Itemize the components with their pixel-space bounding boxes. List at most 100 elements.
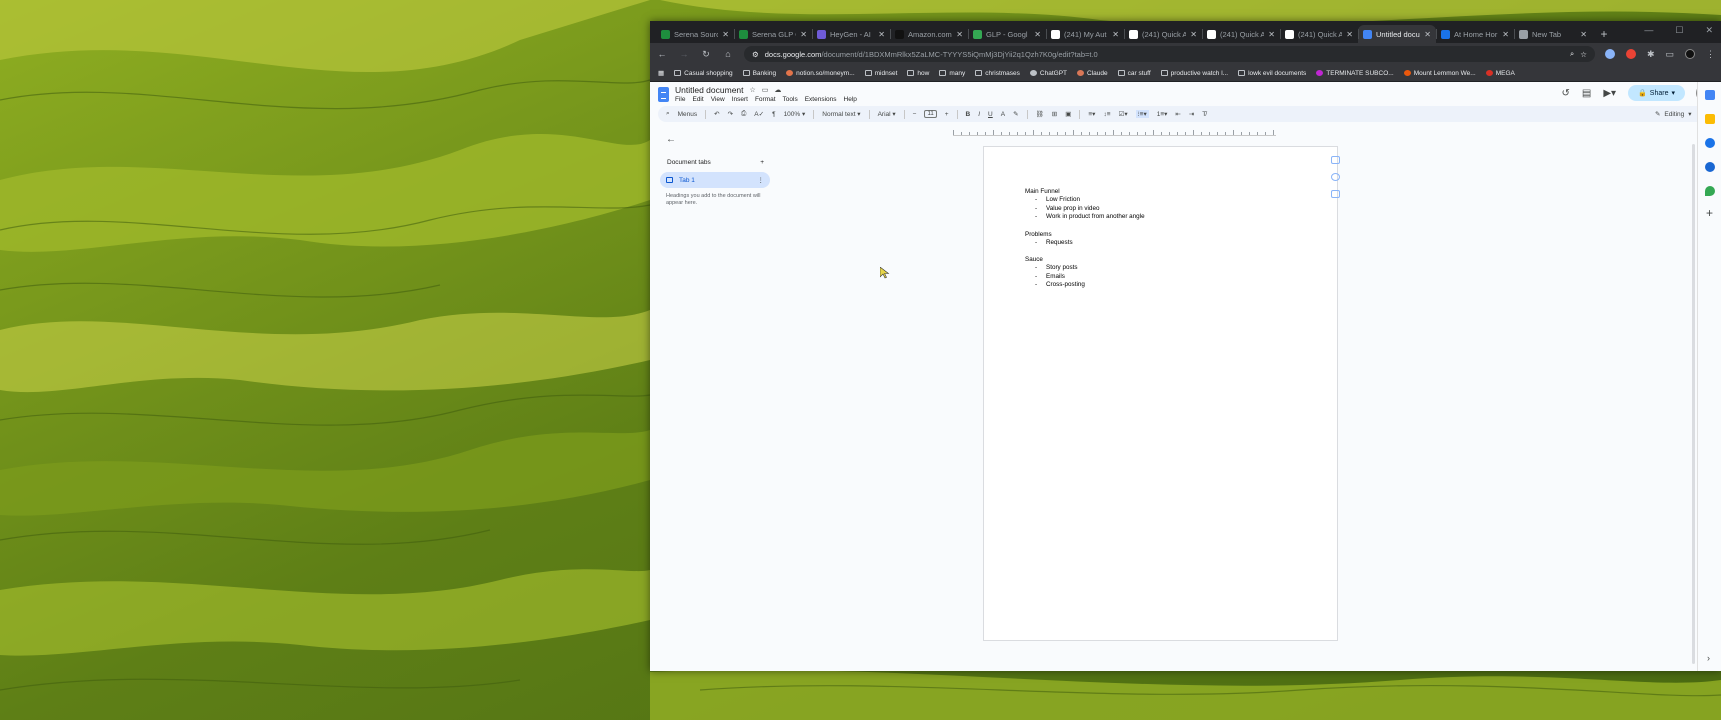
bookmark-item[interactable]: lowk evil documents — [1238, 70, 1306, 77]
menu-item[interactable]: Insert — [732, 96, 748, 103]
close-tab-icon[interactable]: ✕ — [956, 30, 963, 39]
extension-icon[interactable] — [1625, 49, 1636, 59]
browser-tab[interactable]: HeyGen - AI ✕ — [812, 25, 890, 43]
browser-tab[interactable]: Serena GLP C ✕ — [734, 25, 812, 43]
browser-tab[interactable]: Serena Sourc ✕ — [656, 25, 734, 43]
menu-item[interactable]: Extensions — [805, 96, 837, 103]
document-body[interactable]: Main FunnelLow FrictionValue prop in vid… — [1025, 187, 1145, 290]
add-comment-icon[interactable] — [1331, 156, 1340, 164]
chevron-down-icon[interactable]: ▾ — [1671, 89, 1675, 97]
zoom-select[interactable]: 100% ▾ — [784, 110, 806, 118]
bulleted-list-icon[interactable]: ⁝≡▾ — [1135, 110, 1149, 118]
bold-icon[interactable]: B — [966, 111, 971, 118]
add-emoji-icon[interactable] — [1331, 173, 1340, 181]
meet-icon[interactable]: ▶▾ — [1603, 88, 1616, 99]
close-tab-icon[interactable]: ✕ — [1112, 30, 1119, 39]
back-icon[interactable]: ← — [656, 49, 668, 59]
menu-item[interactable]: Help — [844, 96, 857, 103]
add-comment-icon[interactable]: ⊞ — [1052, 110, 1057, 118]
browser-tab[interactable]: Untitled docu ✕ — [1358, 25, 1436, 43]
minimize-icon[interactable]: — — [1644, 25, 1653, 36]
highlight-icon[interactable]: ✎ — [1013, 110, 1018, 118]
extension-icon[interactable] — [1604, 49, 1615, 59]
bookmark-item[interactable]: ChatGPT — [1029, 70, 1067, 77]
close-window-icon[interactable]: ✕ — [1705, 25, 1713, 36]
close-tab-icon[interactable]: ✕ — [1268, 30, 1275, 39]
decrease-font-icon[interactable]: − — [913, 111, 917, 118]
clear-formatting-icon[interactable]: T̸ — [1202, 111, 1206, 118]
checklist-icon[interactable]: ☑▾ — [1119, 110, 1128, 118]
increase-indent-icon[interactable]: ⇥ — [1189, 110, 1194, 118]
menu-item[interactable]: Format — [755, 96, 776, 103]
close-tab-icon[interactable]: ✕ — [1580, 30, 1587, 39]
bookmark-item[interactable]: Banking — [742, 70, 776, 77]
maps-icon[interactable] — [1705, 186, 1715, 196]
docs-logo-icon[interactable] — [658, 86, 669, 102]
search-menus-input[interactable]: Menus — [678, 111, 698, 118]
apps-grid-icon[interactable]: ▦ — [658, 69, 664, 77]
document-page[interactable]: Main FunnelLow FrictionValue prop in vid… — [983, 146, 1338, 641]
bookmark-item[interactable]: Mount Lemmon We... — [1403, 70, 1476, 77]
get-add-ons-icon[interactable]: + — [1706, 206, 1713, 220]
increase-font-icon[interactable]: + — [945, 111, 949, 118]
editing-mode-select[interactable]: ✎ Editing ▾ — [1655, 110, 1692, 119]
bookmark-item[interactable]: TERMINATE SUBCO... — [1316, 70, 1394, 77]
menu-item[interactable]: File — [675, 96, 685, 103]
decrease-indent-icon[interactable]: ⇤ — [1175, 110, 1180, 118]
star-icon[interactable]: ☆ — [750, 86, 756, 94]
link-icon[interactable]: ⛓ — [1036, 110, 1044, 118]
site-info-icon[interactable]: ⚙ — [752, 50, 759, 59]
add-tab-icon[interactable]: + — [760, 159, 764, 166]
scrollbar[interactable] — [1692, 144, 1695, 664]
bookmark-star-icon[interactable]: ☆ — [1580, 50, 1587, 59]
close-tab-icon[interactable]: ✕ — [1034, 30, 1041, 39]
bookmark-item[interactable]: notion.so/moneym... — [786, 70, 855, 77]
align-icon[interactable]: ≡▾ — [1088, 110, 1095, 118]
browser-tab[interactable]: At Home Hor ✕ — [1436, 25, 1514, 43]
bookmark-item[interactable]: how — [907, 70, 929, 77]
bookmark-item[interactable]: christmases — [975, 70, 1020, 77]
extensions-puzzle-icon[interactable]: ✱ — [1647, 49, 1655, 60]
bookmark-item[interactable]: many — [939, 70, 965, 77]
menu-item[interactable]: View — [711, 96, 725, 103]
forward-icon[interactable]: → — [678, 49, 690, 59]
menu-item[interactable]: Edit — [692, 96, 703, 103]
font-size-input[interactable]: 11 — [924, 110, 937, 118]
browser-tab[interactable]: New Tab ✕ — [1514, 25, 1592, 43]
document-title[interactable]: Untitled document — [675, 85, 744, 95]
reload-icon[interactable]: ↻ — [700, 49, 712, 60]
side-panel-icon[interactable]: ▭ — [1665, 49, 1674, 60]
home-icon[interactable]: ⌂ — [722, 49, 734, 59]
insert-image-icon[interactable]: ▣ — [1065, 110, 1071, 118]
document-tab-item[interactable]: Tab 1 ⋮ — [660, 172, 770, 188]
bookmark-item[interactable]: Claude — [1077, 70, 1108, 77]
profile-avatar[interactable] — [1685, 49, 1695, 59]
browser-tab[interactable]: GLP - Googl ✕ — [968, 25, 1046, 43]
close-tab-icon[interactable]: ✕ — [1502, 30, 1509, 39]
font-select[interactable]: Arial ▾ — [878, 110, 896, 118]
contacts-icon[interactable] — [1705, 162, 1715, 172]
line-spacing-icon[interactable]: ↕≡ — [1103, 111, 1110, 118]
zoom-icon[interactable]: ⌕ — [1570, 49, 1574, 59]
calendar-icon[interactable] — [1705, 90, 1715, 100]
print-icon[interactable]: ⎙ — [741, 110, 746, 118]
address-bar[interactable]: ⚙ docs.google.com/document/d/1BDXMmRlkx5… — [744, 46, 1595, 62]
close-tab-icon[interactable]: ✕ — [1346, 30, 1353, 39]
browser-tab[interactable]: (241) Quick A ✕ — [1280, 25, 1358, 43]
keep-icon[interactable] — [1705, 114, 1715, 124]
undo-icon[interactable]: ↶ — [714, 110, 719, 118]
suggest-edits-icon[interactable] — [1331, 190, 1340, 198]
style-select[interactable]: Normal text ▾ — [822, 110, 860, 118]
share-button[interactable]: 🔒 Share ▾ — [1628, 85, 1685, 101]
close-tab-icon[interactable]: ✕ — [800, 30, 807, 39]
cloud-saved-icon[interactable]: ☁ — [774, 86, 781, 94]
browser-menu-icon[interactable]: ⋮ — [1706, 49, 1715, 60]
italic-icon[interactable]: I — [978, 111, 980, 118]
bookmark-item[interactable]: Casual shopping — [674, 70, 733, 77]
expand-panel-icon[interactable]: › — [1707, 653, 1710, 663]
close-tab-icon[interactable]: ✕ — [878, 30, 885, 39]
paint-format-icon[interactable]: ¶ — [772, 111, 776, 118]
search-menus-icon[interactable]: ⌕ — [666, 110, 670, 118]
underline-icon[interactable]: U — [988, 111, 993, 118]
back-arrow-icon[interactable]: ← — [666, 134, 770, 145]
